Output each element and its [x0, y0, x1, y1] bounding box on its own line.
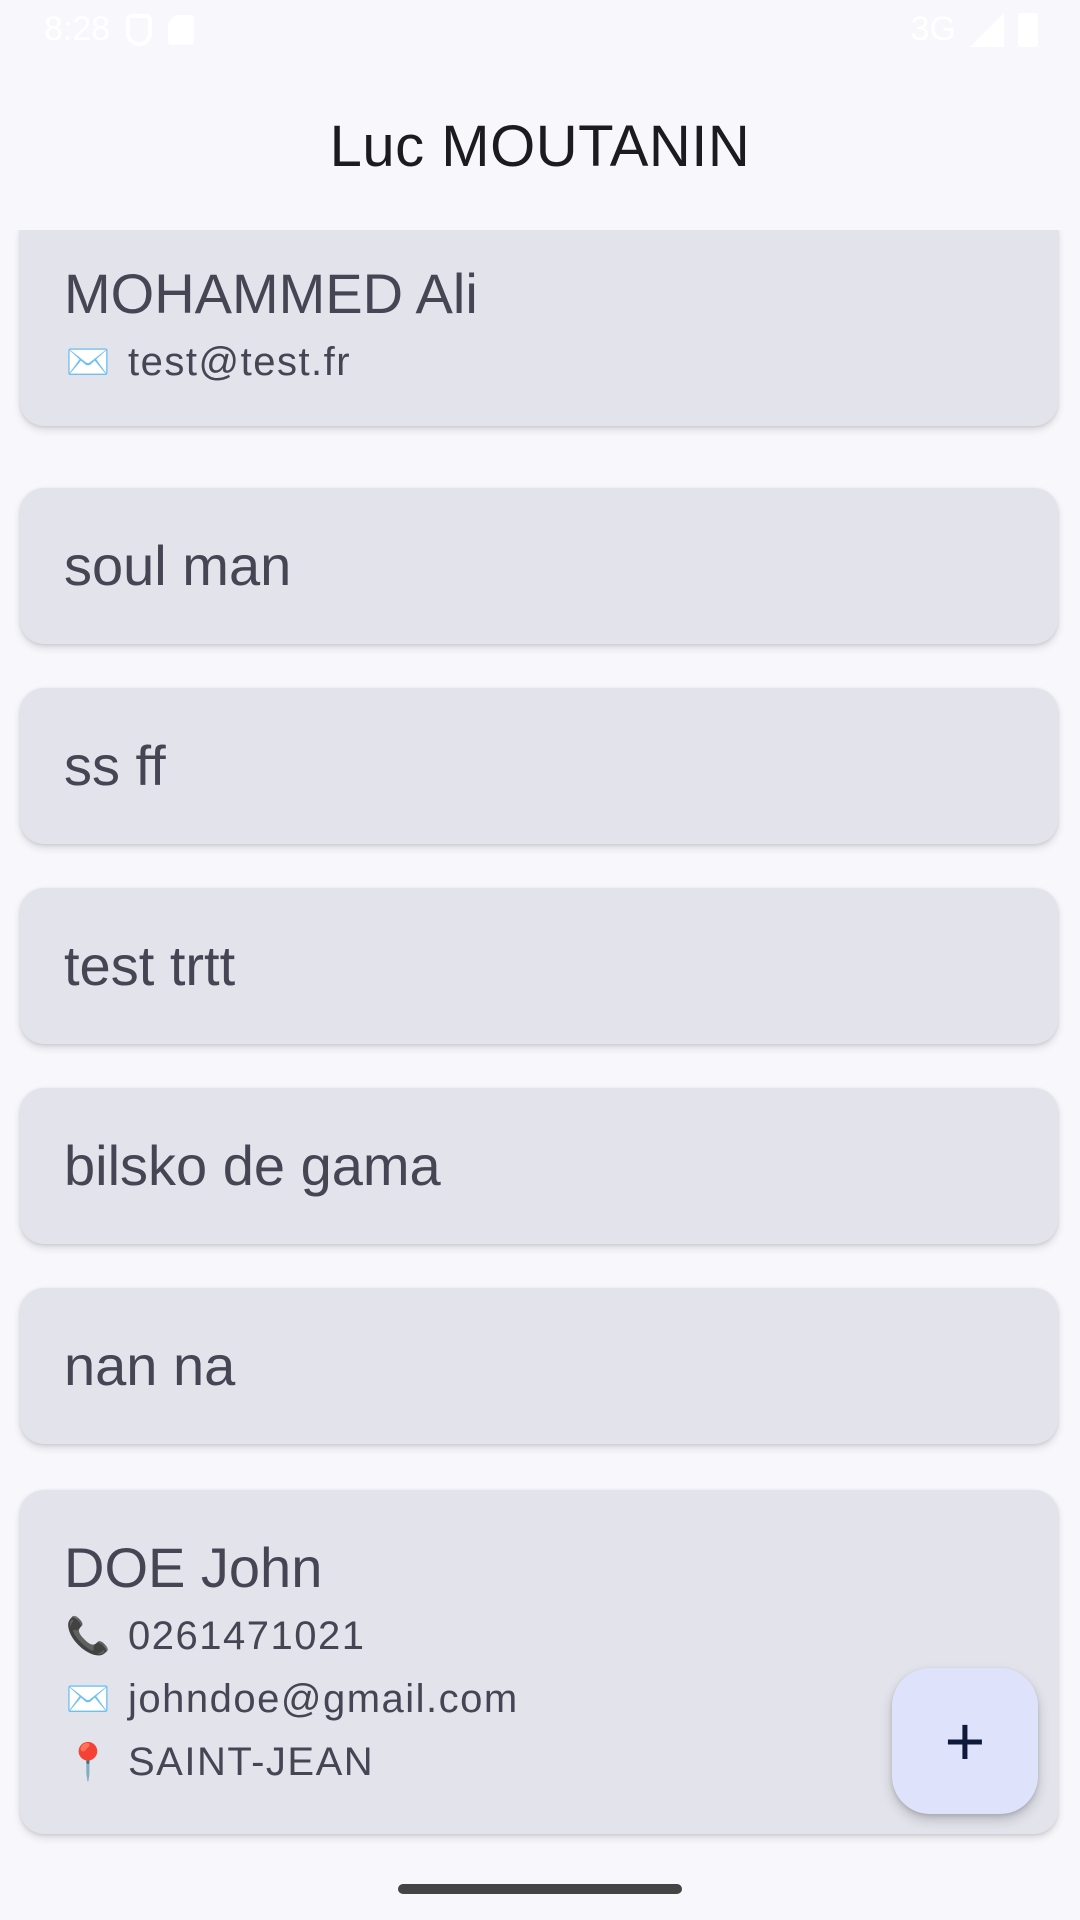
contact-card[interactable]: soul man	[20, 488, 1058, 644]
contact-list[interactable]: MOHAMMED Ali ✉️ test@test.fr soul man ss…	[0, 230, 1080, 1856]
email-icon: ✉️	[65, 1678, 113, 1719]
gesture-nav-handle[interactable]	[398, 1884, 682, 1894]
contact-name: test trtt	[64, 934, 236, 997]
contact-name: DOE John	[64, 1536, 323, 1599]
battery-icon	[1018, 12, 1038, 47]
status-right: 3G	[911, 10, 1038, 49]
contact-city-row: 📍 SAINT-JEAN	[64, 1738, 1014, 1786]
status-left: 8:28	[44, 10, 195, 49]
contact-name: bilsko de gama	[64, 1134, 441, 1197]
status-bar: 8:28 3G	[0, 0, 1080, 62]
contact-name: MOHAMMED Ali	[64, 262, 478, 325]
signal-icon	[970, 12, 1004, 47]
contact-city: SAINT-JEAN	[128, 1739, 375, 1784]
contact-card[interactable]: nan na	[20, 1288, 1058, 1444]
network-type: 3G	[910, 10, 956, 48]
contact-name: ss ff	[64, 734, 166, 797]
contact-email: test@test.fr	[128, 339, 352, 384]
add-contact-button[interactable]: +	[892, 1668, 1038, 1814]
status-time: 8:28	[44, 10, 111, 48]
sd-card-icon	[168, 14, 195, 45]
app-bar: Luc MOUTANIN	[0, 62, 1080, 230]
page-title: Luc MOUTANIN	[329, 113, 751, 179]
contact-card[interactable]: test trtt	[20, 888, 1058, 1044]
contact-name: soul man	[64, 534, 292, 597]
contact-email: johndoe@gmail.com	[128, 1676, 519, 1721]
contact-card[interactable]: ss ff	[20, 688, 1058, 844]
contact-name: nan na	[64, 1334, 236, 1397]
contact-phone: 0261471021	[128, 1613, 366, 1658]
contact-email-row: ✉️ johndoe@gmail.com	[64, 1675, 1014, 1723]
email-icon: ✉️	[65, 341, 113, 382]
plus-icon: +	[944, 1702, 986, 1780]
location-pin-icon: 📍	[65, 1741, 113, 1782]
contact-email-row: ✉️ test@test.fr	[64, 338, 1014, 386]
phone-icon: 📞	[65, 1615, 113, 1656]
contact-card[interactable]: bilsko de gama	[20, 1088, 1058, 1244]
shield-icon	[126, 13, 153, 46]
contact-card[interactable]: MOHAMMED Ali ✉️ test@test.fr	[20, 230, 1058, 426]
contact-phone-row: 📞 0261471021	[64, 1612, 1014, 1660]
